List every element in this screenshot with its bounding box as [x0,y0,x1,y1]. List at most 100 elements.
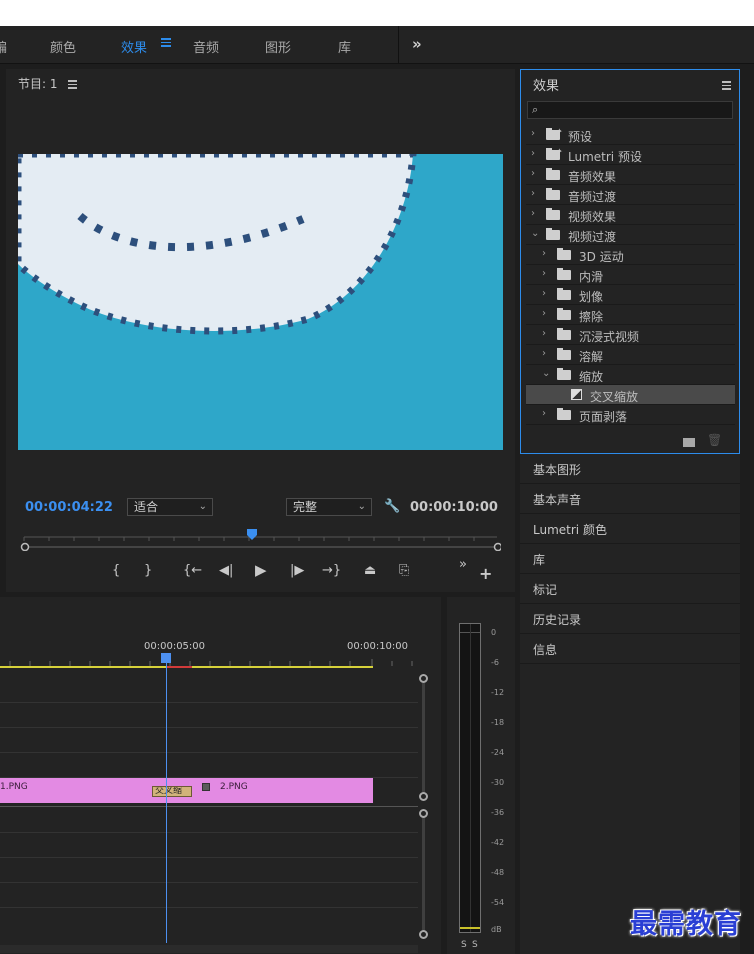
effects-item-zoom[interactable]: ⌄ 缩放 [526,365,735,385]
go-to-in-icon[interactable]: {← [183,563,202,578]
video-clip[interactable]: 1.PNG 交叉缩 2.PNG [0,778,373,803]
chevron-right-icon[interactable]: › [542,348,546,359]
new-bin-icon[interactable] [683,438,695,447]
vertical-scroll-track[interactable] [422,683,425,793]
chevron-right-icon[interactable]: › [542,408,546,419]
chevron-right-icon[interactable]: › [531,148,535,159]
more-workspaces-icon[interactable]: » [412,35,422,53]
effects-search-input[interactable]: ⌕ [527,101,733,119]
tab-graphics[interactable]: 图形 [265,37,291,56]
scroll-handle-bottom[interactable] [419,792,428,801]
chevron-right-icon[interactable]: › [531,188,535,199]
effects-item-3d-motion[interactable]: › 3D 运动 [526,245,735,265]
chevron-right-icon[interactable]: › [542,308,546,319]
scroll-handle-bottom[interactable] [419,930,428,939]
lift-icon[interactable]: ⏏ [364,563,376,578]
transition-cross-zoom[interactable]: 交叉缩 [152,786,192,797]
more-controls-icon[interactable]: » [459,557,467,572]
tab-audio[interactable]: 音频 [193,37,219,56]
step-forward-icon[interactable]: |▶ [290,563,304,578]
effects-item-immersive-video[interactable]: › 沉浸式视频 [526,325,735,345]
vertical-scroll-track[interactable] [422,817,425,931]
tab-color[interactable]: 颜色 [50,37,76,56]
folder-icon [546,228,560,240]
db-label: 0 [491,628,497,637]
db-label: -24 [491,748,505,757]
panel-label: 基本声音 [533,493,582,507]
db-label: -42 [491,838,505,847]
quality-select-value: 完整 [293,500,318,514]
scroll-handle-top[interactable] [419,674,428,683]
track-divider [0,857,418,858]
go-to-out-icon[interactable]: →} [322,563,341,578]
tab-editing[interactable]: 编 [0,37,7,56]
solo-right-button[interactable]: S [472,940,478,950]
play-icon[interactable]: ▶ [255,561,267,579]
divider [398,26,399,63]
search-icon: ⌕ [532,103,539,116]
effects-item-label: 交叉缩放 [590,390,639,404]
panel-lumetri-color[interactable]: Lumetri 颜色 [520,514,740,544]
step-back-icon[interactable]: ◀| [219,563,233,578]
timeline-scrollbar[interactable] [0,945,418,953]
chevron-down-icon[interactable]: ⌄ [531,228,539,239]
wrench-icon[interactable]: 🔧 [384,499,400,514]
chevron-down-icon[interactable]: ⌄ [542,368,550,379]
program-monitor-title[interactable]: 节目: 1 [18,75,58,92]
effects-item-audio-transitions[interactable]: › 音频过渡 [526,185,735,205]
add-button-icon[interactable]: + [479,564,492,583]
scroll-handle-top[interactable] [419,809,428,818]
playhead-handle[interactable] [161,653,171,663]
panel-menu-icon[interactable] [722,79,731,90]
mark-in-icon[interactable]: { [112,563,120,578]
solo-left-button[interactable]: S [461,940,467,950]
track-divider [0,702,418,703]
quality-select[interactable]: 完整 ⌄ [286,498,372,516]
panel-essential-graphics[interactable]: 基本图形 [520,454,740,484]
panel-label: 标记 [533,583,558,597]
trash-icon[interactable]: 🗑 [707,433,722,447]
effects-item-cross-zoom[interactable]: 交叉缩放 [526,385,735,405]
panel-menu-icon[interactable] [68,78,77,89]
effects-item-audio-effects[interactable]: › 音频效果 [526,165,735,185]
chevron-right-icon[interactable]: › [542,288,546,299]
effects-item-wipe[interactable]: › 擦除 [526,305,735,325]
transition-effect-icon [571,389,582,400]
effects-panel-title[interactable]: 效果 [533,75,559,94]
effects-item-video-transitions[interactable]: ⌄ 视频过渡 [526,225,735,245]
effects-item-label: 页面剥落 [579,410,628,424]
chevron-right-icon[interactable]: › [542,328,546,339]
panel-libraries[interactable]: 库 [520,544,740,574]
chevron-right-icon[interactable]: › [542,268,546,279]
tab-menu-icon[interactable] [161,36,171,50]
effects-item-video-effects[interactable]: › 视频效果 [526,205,735,225]
effects-item-iris[interactable]: › 划像 [526,285,735,305]
chevron-right-icon[interactable]: › [531,168,535,179]
panel-info[interactable]: 信息 [520,634,740,664]
mark-out-icon[interactable]: } [144,563,152,578]
tab-libraries[interactable]: 库 [338,37,351,56]
effects-item-label: 视频过渡 [568,230,617,244]
clip-image-icon [202,783,210,791]
tab-effects[interactable]: 效果 [121,37,147,56]
chevron-right-icon[interactable]: › [531,208,535,219]
program-ruler[interactable] [19,529,501,551]
panel-essential-sound[interactable]: 基本声音 [520,484,740,514]
effects-item-presets[interactable]: › ✦ 预设 [526,125,735,145]
panel-markers[interactable]: 标记 [520,574,740,604]
chevron-right-icon[interactable]: › [542,248,546,259]
effects-item-lumetri-presets[interactable]: › ✦ Lumetri 预设 [526,145,735,165]
extract-icon[interactable]: ⎘ [399,563,409,578]
clip-label-1: 1.PNG [0,782,28,792]
fit-select[interactable]: 适合 ⌄ [127,498,213,516]
current-timecode[interactable]: 00:00:04:22 [25,500,113,515]
db-label: -6 [491,658,499,667]
effects-item-dissolve[interactable]: › 溶解 [526,345,735,365]
chevron-right-icon[interactable]: › [531,128,535,139]
panel-history[interactable]: 历史记录 [520,604,740,634]
video-frame-image [18,154,503,450]
effects-item-page-peel[interactable]: › 页面剥落 [526,405,735,425]
effects-item-slide[interactable]: › 内滑 [526,265,735,285]
effects-panel: 效果 ⌕ › ✦ 预设 › ✦ Lumetri 预设 › 音频效果 › 音频过渡… [520,69,740,454]
effects-item-label: 3D 运动 [579,250,624,264]
